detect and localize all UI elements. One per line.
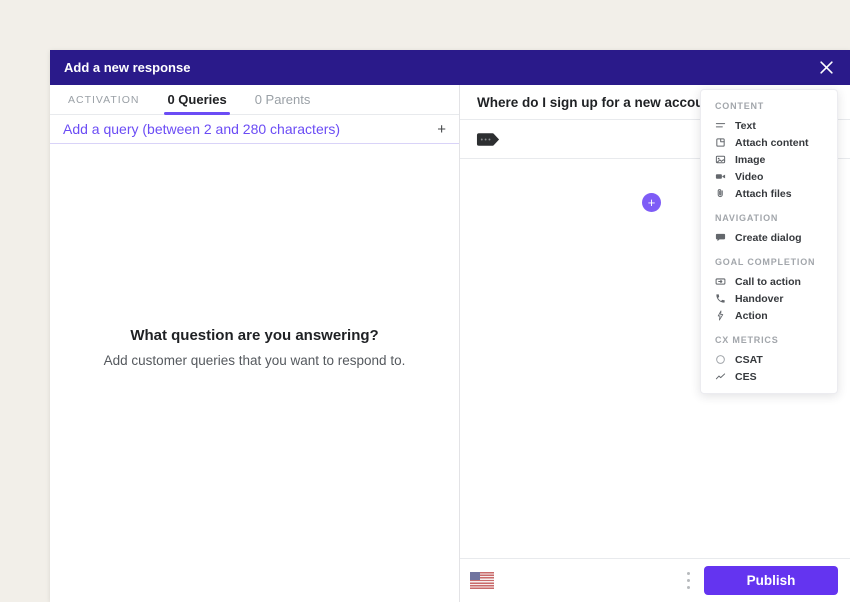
menu-item-label: Text [735, 119, 756, 132]
menu-item-csat[interactable]: CSAT [701, 351, 837, 368]
add-response-modal: Add a new response ACTIVATION 0 Queries … [50, 50, 850, 602]
action-icon [717, 310, 724, 321]
menu-item-image[interactable]: Image [701, 151, 837, 168]
plus-icon: + [647, 195, 656, 210]
menu-item-label: Handover [735, 292, 784, 305]
flag-canton [470, 572, 480, 580]
publish-button[interactable]: Publish [704, 566, 838, 595]
menu-item-create-dialog[interactable]: Create dialog [701, 229, 837, 246]
tab-queries[interactable]: 0 Queries [164, 85, 230, 115]
tab-bar: ACTIVATION 0 Queries 0 Parents [50, 85, 459, 115]
us-flag-icon[interactable] [470, 572, 494, 589]
empty-state-subtitle: Add customer queries that you want to re… [103, 353, 406, 368]
queries-panel: ACTIVATION 0 Queries 0 Parents Add a que… [50, 85, 460, 602]
menu-item-action[interactable]: Action [701, 307, 837, 324]
question-title: Where do I sign up for a new account? [477, 94, 725, 110]
menu-item-label: Action [735, 309, 768, 322]
message-bubble-icon[interactable] [476, 132, 501, 147]
menu-item-attach-files[interactable]: Attach files [701, 185, 837, 202]
image-icon [715, 155, 726, 164]
menu-section-navigation: NAVIGATION Create dialog [701, 210, 837, 246]
menu-section-content: CONTENT Text Attach content Image Video … [701, 98, 837, 202]
menu-section-label: NAVIGATION [715, 213, 779, 223]
menu-item-label: CES [735, 370, 757, 383]
close-icon [819, 61, 833, 74]
empty-state-title: What question are you answering? [130, 327, 379, 344]
menu-item-attach-content[interactable]: Attach content [701, 134, 837, 151]
menu-item-label: Attach content [735, 136, 809, 149]
call-to-action-icon [715, 278, 726, 285]
kebab-menu-icon[interactable] [685, 570, 692, 591]
attach-files-icon [717, 189, 723, 198]
handover-icon [716, 294, 725, 303]
menu-item-handover[interactable]: Handover [701, 290, 837, 307]
menu-item-label: Attach files [735, 187, 792, 200]
menu-item-label: Create dialog [735, 231, 802, 244]
add-query-link[interactable]: Add a query (between 2 and 280 character… [63, 121, 340, 137]
tab-activation[interactable]: ACTIVATION [65, 85, 142, 114]
menu-item-label: Image [735, 153, 766, 166]
add-query-plus-icon[interactable]: + [437, 122, 446, 137]
menu-item-ces[interactable]: CES [701, 368, 837, 385]
add-query-row[interactable]: Add a query (between 2 and 280 character… [50, 115, 459, 144]
menu-section-cx-metrics: CX METRICS CSAT CES [701, 332, 837, 385]
tab-parents[interactable]: 0 Parents [252, 85, 314, 114]
csat-icon [716, 355, 725, 364]
close-button[interactable] [816, 58, 836, 78]
text-icon [715, 123, 726, 128]
response-footer: Publish [460, 558, 850, 602]
add-block-button[interactable]: + [642, 193, 661, 212]
empty-state: What question are you answering? Add cus… [50, 327, 459, 368]
menu-item-label: CSAT [735, 353, 763, 366]
menu-item-label: Call to action [735, 275, 801, 288]
menu-section-goal-completion: GOAL COMPLETION Call to action Handover [701, 254, 837, 324]
menu-item-text[interactable]: Text [701, 117, 837, 134]
block-type-menu: CONTENT Text Attach content Image Video … [700, 89, 838, 394]
video-icon [715, 174, 726, 179]
modal-title: Add a new response [64, 60, 191, 75]
attach-content-icon [716, 138, 725, 147]
menu-item-video[interactable]: Video [701, 168, 837, 185]
menu-item-label: Video [735, 170, 764, 183]
create-dialog-icon [715, 233, 726, 242]
menu-section-label: GOAL COMPLETION [715, 257, 816, 267]
menu-section-label: CONTENT [715, 101, 765, 111]
menu-section-label: CX METRICS [715, 335, 779, 345]
ces-icon [715, 373, 726, 380]
menu-item-call-to-action[interactable]: Call to action [701, 273, 837, 290]
modal-header: Add a new response [50, 50, 850, 85]
